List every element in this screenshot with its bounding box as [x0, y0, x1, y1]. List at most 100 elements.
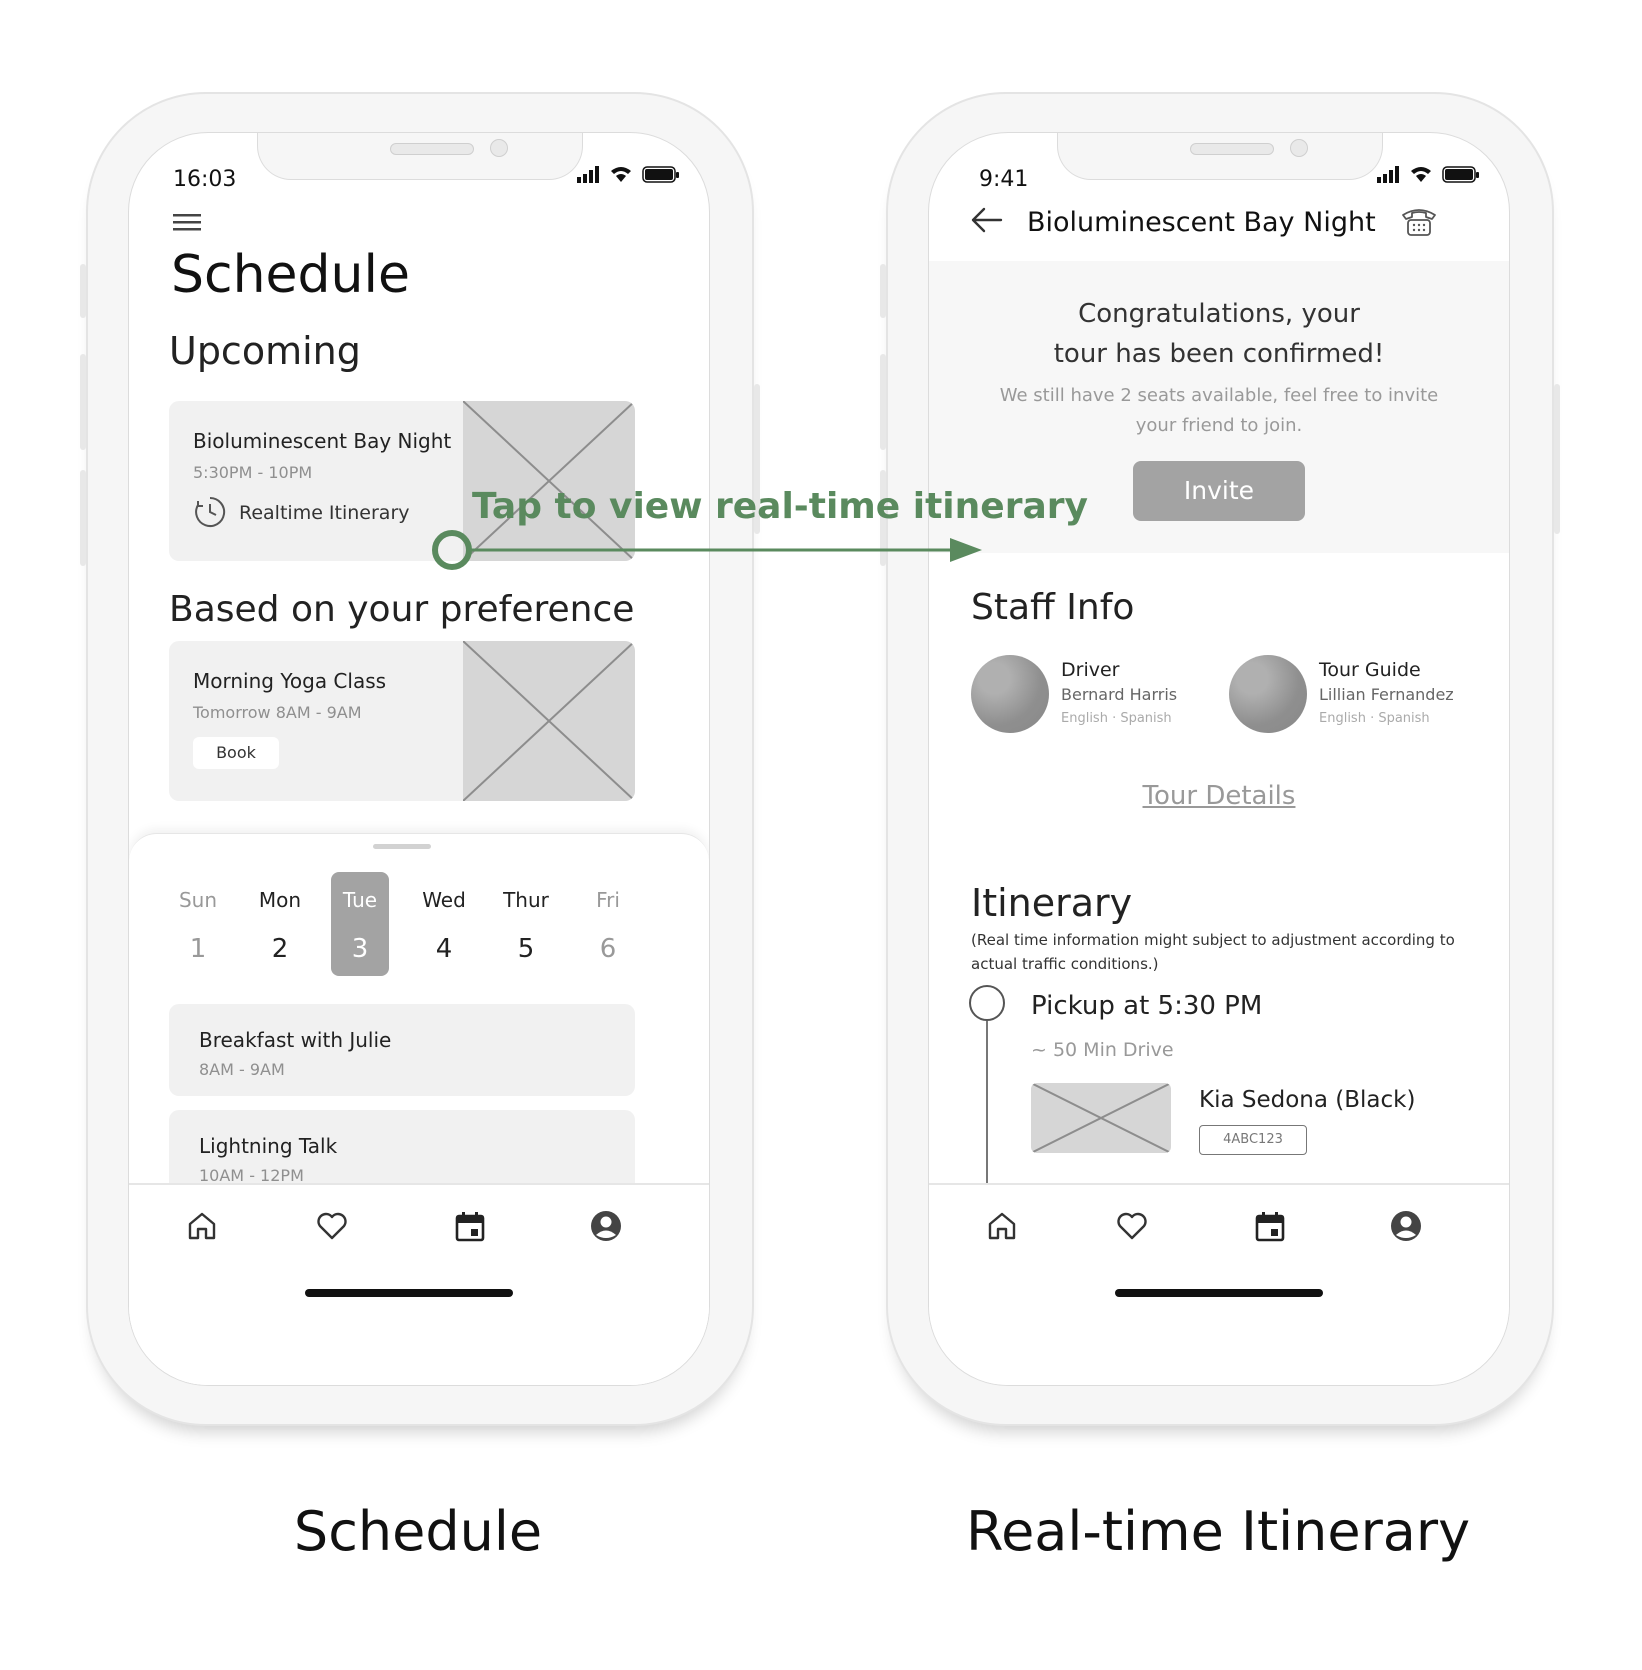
calendar-icon[interactable]	[1253, 1209, 1287, 1243]
preference-heading: Based on your preference	[169, 589, 635, 630]
book-button[interactable]: Book	[193, 737, 279, 769]
realtime-itinerary-link[interactable]: Realtime Itinerary	[239, 502, 410, 524]
heart-icon[interactable]	[1115, 1209, 1149, 1243]
day-name: Thur	[503, 888, 549, 912]
caption-realtime-itinerary: Real-time Itinerary	[965, 1500, 1471, 1563]
schedule-screen: 16:03 Schedule Upcoming Bioluminescent B…	[128, 132, 710, 1386]
activity-time: Tomorrow 8AM - 9AM	[193, 703, 362, 722]
notch	[1057, 133, 1383, 180]
back-arrow-icon[interactable]	[969, 205, 1005, 235]
day-number: 5	[517, 934, 535, 964]
seats-line-1: We still have 2 seats available, feel fr…	[999, 385, 1439, 406]
day-number: 4	[435, 934, 453, 964]
day-wed[interactable]: Wed 4	[413, 872, 475, 964]
sheet-drag-handle[interactable]	[373, 844, 431, 849]
header-title: Bioluminescent Bay Night	[1027, 207, 1376, 238]
home-icon[interactable]	[185, 1209, 219, 1243]
activity-title: Morning Yoga Class	[193, 669, 387, 693]
day-number: 1	[189, 934, 207, 964]
status-time: 9:41	[979, 167, 1029, 192]
home-icon[interactable]	[985, 1209, 1019, 1243]
image-placeholder	[463, 641, 635, 801]
confirmation-line-1: Congratulations, your	[1078, 299, 1360, 329]
side-button	[80, 264, 86, 318]
side-button	[880, 264, 886, 318]
event-time: 8AM - 9AM	[199, 1060, 285, 1079]
invite-button[interactable]: Invite	[1133, 461, 1305, 521]
profile-icon[interactable]	[1389, 1209, 1423, 1243]
event-card[interactable]: Breakfast with Julie 8AM - 9AM	[169, 1004, 635, 1096]
vehicle-name: Kia Sedona (Black)	[1199, 1087, 1416, 1113]
seats-line-2: your friend to join.	[1135, 415, 1303, 436]
drive-duration: ~ 50 Min Drive	[1031, 1039, 1174, 1061]
staff-role: Tour Guide	[1319, 659, 1421, 681]
guide-avatar	[1229, 655, 1307, 733]
recommended-activity-card[interactable]: Morning Yoga Class Tomorrow 8AM - 9AM Bo…	[169, 641, 635, 801]
staff-languages: English · Spanish	[1319, 711, 1430, 726]
camera	[490, 139, 508, 157]
home-indicator[interactable]	[305, 1289, 513, 1297]
day-number: 6	[599, 934, 617, 964]
day-fri[interactable]: Fri 6	[577, 872, 639, 964]
day-mon[interactable]: Mon 2	[249, 872, 311, 964]
tour-title: Bioluminescent Bay Night	[193, 429, 452, 453]
timeline-node	[969, 985, 1005, 1021]
calendar-icon[interactable]	[453, 1209, 487, 1243]
side-button	[80, 354, 86, 450]
day-name: Tue	[342, 888, 378, 912]
home-indicator[interactable]	[1115, 1289, 1323, 1297]
license-plate: 4ABC123	[1199, 1125, 1307, 1155]
day-tue-selected[interactable]: Tue 3	[329, 872, 391, 964]
pickup-time: Pickup at 5:30 PM	[1031, 991, 1263, 1021]
notch	[257, 133, 583, 180]
itinerary-heading: Itinerary	[971, 881, 1133, 925]
staff-languages: English · Spanish	[1061, 711, 1172, 726]
tour-details-link[interactable]: Tour Details	[929, 781, 1509, 811]
itinerary-screen: 9:41 Bioluminescent Bay Night Congratula…	[928, 132, 1510, 1386]
driver-avatar	[971, 655, 1049, 733]
side-button	[80, 470, 86, 566]
heart-icon[interactable]	[315, 1209, 349, 1243]
tab-bar	[129, 1183, 709, 1385]
tour-time: 5:30PM - 10PM	[193, 463, 313, 482]
day-thur[interactable]: Thur 5	[495, 872, 557, 964]
caption-schedule: Schedule	[293, 1500, 543, 1563]
staff-role: Driver	[1061, 659, 1120, 681]
day-number: 3	[351, 934, 369, 964]
confirmation-line-2: tour has been confirmed!	[1053, 339, 1385, 369]
upcoming-heading: Upcoming	[169, 329, 361, 373]
tab-bar	[929, 1183, 1509, 1385]
hamburger-menu-icon[interactable]	[173, 211, 203, 235]
day-name: Wed	[422, 888, 466, 912]
clock-icon	[195, 496, 226, 527]
annotation-arrow	[432, 530, 982, 570]
profile-icon[interactable]	[589, 1209, 623, 1243]
telephone-icon[interactable]	[1399, 203, 1439, 239]
annotation-text: Tap to view real-time itinerary	[472, 486, 1088, 527]
status-icons	[577, 166, 679, 183]
staff-heading: Staff Info	[971, 587, 1135, 628]
page-title: Schedule	[171, 245, 410, 305]
timeline-line	[986, 1021, 988, 1191]
side-button	[880, 354, 886, 450]
phone-frame-itinerary: 9:41 Bioluminescent Bay Night Congratula…	[880, 92, 1560, 1426]
staff-name: Bernard Harris	[1061, 685, 1178, 704]
itinerary-note-line-1: (Real time information might subject to …	[971, 931, 1455, 949]
event-title: Breakfast with Julie	[199, 1028, 392, 1052]
staff-name: Lillian Fernandez	[1319, 685, 1454, 704]
day-name: Mon	[258, 888, 302, 912]
speaker	[390, 143, 474, 155]
day-number: 2	[271, 934, 289, 964]
itinerary-note-line-2: actual traffic conditions.)	[971, 955, 1159, 973]
phone-frame-schedule: 16:03 Schedule Upcoming Bioluminescent B…	[80, 92, 760, 1426]
status-time: 16:03	[173, 167, 237, 192]
day-name: Sun	[178, 888, 218, 912]
day-sun[interactable]: Sun 1	[167, 872, 229, 964]
speaker	[1190, 143, 1274, 155]
vehicle-image-placeholder	[1031, 1083, 1171, 1153]
event-title: Lightning Talk	[199, 1134, 338, 1158]
day-name: Fri	[596, 888, 620, 912]
status-icons	[1377, 166, 1479, 183]
side-button	[1554, 384, 1560, 534]
camera	[1290, 139, 1308, 157]
